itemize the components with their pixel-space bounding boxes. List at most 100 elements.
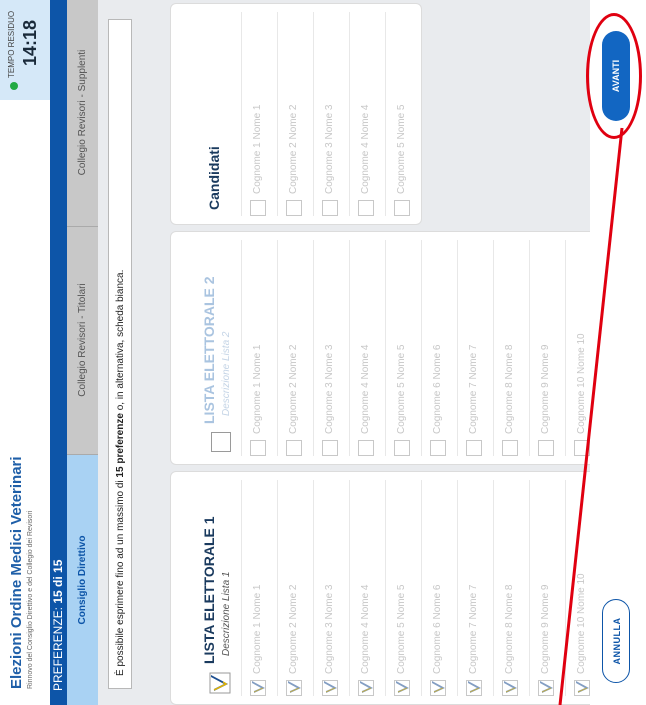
candidate-name: Cognome 6 Nome 6 — [432, 584, 443, 675]
candidate-name: Cognome 5 Nome 5 — [396, 344, 407, 435]
tab-revisori-titolari[interactable]: Collegio Revisori - Titolari — [67, 226, 98, 455]
lista1-panel: LISTA ELETTORALE 1 Descrizione Lista 1 C… — [170, 471, 602, 705]
vote-mark-icon[interactable] — [209, 672, 236, 694]
candidate-name: Cognome 10 Nome 10 — [576, 333, 587, 434]
preferences-bar: PREFERENZE: 15 di 15 — [50, 0, 67, 705]
list-item[interactable]: Cognome 9 Nome 9 — [529, 480, 565, 696]
list-item[interactable]: Cognome 8 Nome 8 — [493, 480, 529, 696]
candidate-name: Cognome 4 Nome 4 — [360, 104, 371, 195]
annulla-button[interactable]: ANNULLA — [602, 599, 630, 683]
tabs: Consiglio Direttivo Collegio Revisori - … — [67, 0, 98, 705]
vote-mark-icon — [324, 681, 337, 693]
footer: ANNULLA AVANTI — [586, 0, 646, 705]
candidate-name: Cognome 1 Nome 1 — [252, 584, 263, 675]
list-item[interactable]: Cognome 3 Nome 3 — [313, 12, 349, 216]
list-item[interactable]: Cognome 6 Nome 6 — [421, 240, 457, 456]
list-item[interactable]: Cognome 1 Nome 1 — [241, 240, 277, 456]
vote-mark-icon — [432, 681, 445, 693]
candidate-name: Cognome 7 Nome 7 — [468, 344, 479, 435]
info-box: È possibile esprimere fino ad un massimo… — [108, 19, 132, 689]
list-item[interactable]: Cognome 2 Nome 2 — [277, 480, 313, 696]
list-item[interactable]: Cognome 4 Nome 4 — [349, 480, 385, 696]
list-item[interactable]: Cognome 5 Nome 5 — [385, 12, 421, 216]
candidate-checkbox[interactable] — [466, 440, 482, 456]
vote-mark-checkbox[interactable] — [250, 680, 266, 696]
candidate-name: Cognome 2 Nome 2 — [288, 344, 299, 435]
candidati-title: Candidati — [206, 146, 222, 210]
list-item[interactable]: Cognome 5 Nome 5 — [385, 480, 421, 696]
candidate-checkbox[interactable] — [250, 200, 266, 216]
info-text-bold: 15 preferenze — [115, 413, 126, 478]
list-item[interactable]: Cognome 1 Nome 1 — [241, 12, 277, 216]
candidate-name: Cognome 1 Nome 1 — [252, 344, 263, 435]
list-item[interactable]: Cognome 6 Nome 6 — [421, 480, 457, 696]
candidate-name: Cognome 4 Nome 4 — [360, 584, 371, 675]
candidate-name: Cognome 5 Nome 5 — [396, 104, 407, 195]
vote-mark-checkbox[interactable] — [358, 680, 374, 696]
vote-mark-checkbox[interactable] — [286, 680, 302, 696]
preferences-prefix: PREFERENZE: — [51, 603, 65, 691]
candidate-checkbox[interactable] — [322, 440, 338, 456]
vote-mark-icon — [396, 681, 409, 693]
candidate-name: Cognome 8 Nome 8 — [504, 344, 515, 435]
candidate-name: Cognome 10 Nome 10 — [576, 573, 587, 674]
candidate-name: Cognome 2 Nome 2 — [288, 104, 299, 195]
candidate-checkbox[interactable] — [358, 200, 374, 216]
lista2-panel: LISTA ELETTORALE 2 Descrizione Lista 2 C… — [170, 231, 602, 465]
candidate-checkbox[interactable] — [430, 440, 446, 456]
candidate-checkbox[interactable] — [574, 440, 590, 456]
candidate-checkbox[interactable] — [502, 440, 518, 456]
list-item[interactable]: Cognome 3 Nome 3 — [313, 480, 349, 696]
candidate-checkbox[interactable] — [286, 200, 302, 216]
list-item[interactable]: Cognome 4 Nome 4 — [349, 12, 385, 216]
list-item[interactable]: Cognome 2 Nome 2 — [277, 240, 313, 456]
lista2-title: LISTA ELETTORALE 2 — [201, 276, 217, 424]
vote-mark-checkbox[interactable] — [574, 680, 590, 696]
vote-mark-icon — [288, 681, 301, 693]
vote-mark-icon — [468, 681, 481, 693]
list-item[interactable]: Cognome 2 Nome 2 — [277, 12, 313, 216]
tab-revisori-supplenti[interactable]: Collegio Revisori - Supplenti — [67, 0, 98, 227]
vote-mark-checkbox[interactable] — [322, 680, 338, 696]
candidate-name: Cognome 3 Nome 3 — [324, 344, 335, 435]
vote-mark-icon — [540, 681, 553, 693]
list-item[interactable]: Cognome 1 Nome 1 — [241, 480, 277, 696]
list-item[interactable]: Cognome 8 Nome 8 — [493, 240, 529, 456]
list-item[interactable]: Cognome 9 Nome 9 — [529, 240, 565, 456]
candidate-name: Cognome 8 Nome 8 — [504, 584, 515, 675]
lista1-title: LISTA ELETTORALE 1 — [201, 516, 217, 664]
candidate-checkbox[interactable] — [394, 440, 410, 456]
vote-mark-checkbox[interactable] — [502, 680, 518, 696]
avanti-button[interactable]: AVANTI — [602, 31, 630, 121]
lista2-description: Descrizione Lista 2 — [221, 331, 232, 416]
candidate-name: Cognome 3 Nome 3 — [324, 584, 335, 675]
list-item[interactable]: Cognome 5 Nome 5 — [385, 240, 421, 456]
vote-mark-icon — [252, 681, 265, 693]
preferences-count: 15 di 15 — [51, 559, 65, 604]
tab-consiglio-direttivo[interactable]: Consiglio Direttivo — [67, 455, 98, 705]
timer-box: TEMPO RESIDUO 14:18 — [0, 0, 50, 100]
candidate-checkbox[interactable] — [286, 440, 302, 456]
lista1-description: Descrizione Lista 1 — [221, 571, 232, 656]
candidate-checkbox[interactable] — [358, 440, 374, 456]
candidate-name: Cognome 5 Nome 5 — [396, 584, 407, 675]
header: Elezioni Ordine Medici Veterinari Rinnov… — [0, 0, 50, 705]
candidate-checkbox[interactable] — [538, 440, 554, 456]
candidate-name: Cognome 9 Nome 9 — [540, 344, 551, 435]
lista2-checkbox[interactable] — [211, 432, 231, 452]
timer-label: TEMPO RESIDUO — [7, 10, 16, 78]
list-item[interactable]: Cognome 3 Nome 3 — [313, 240, 349, 456]
candidate-name: Cognome 2 Nome 2 — [288, 584, 299, 675]
candidate-checkbox[interactable] — [250, 440, 266, 456]
vote-mark-checkbox[interactable] — [466, 680, 482, 696]
list-item[interactable]: Cognome 7 Nome 7 — [457, 240, 493, 456]
vote-mark-checkbox[interactable] — [538, 680, 554, 696]
vote-mark-checkbox[interactable] — [430, 680, 446, 696]
vote-mark-icon — [360, 681, 373, 693]
candidate-checkbox[interactable] — [322, 200, 338, 216]
list-item[interactable]: Cognome 4 Nome 4 — [349, 240, 385, 456]
rotated-stage: Elezioni Ordine Medici Veterinari Rinnov… — [0, 0, 646, 705]
list-item[interactable]: Cognome 7 Nome 7 — [457, 480, 493, 696]
candidate-checkbox[interactable] — [394, 200, 410, 216]
vote-mark-checkbox[interactable] — [394, 680, 410, 696]
